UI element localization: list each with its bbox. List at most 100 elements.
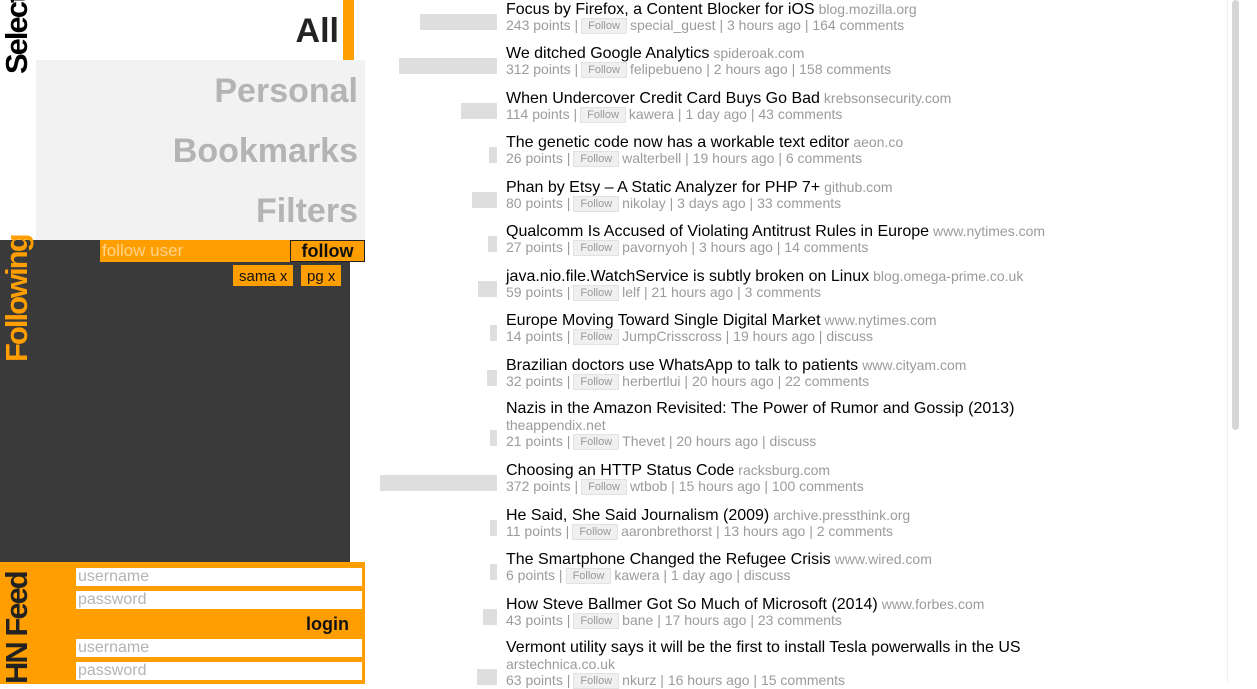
story-title-link[interactable]: The genetic code now has a workable text… xyxy=(506,134,849,151)
story-domain: aeon.co xyxy=(853,134,904,150)
score-bar xyxy=(399,58,497,74)
story-meta: 372 points | Follow wtbob | 15 hours ago |… xyxy=(506,478,864,495)
story-title-link[interactable]: The Smartphone Changed the Refugee Crisi… xyxy=(506,551,831,568)
story-meta: 14 points | Follow JumpCrisscross | 19 hou… xyxy=(506,328,873,345)
story-meta: 59 points | Follow lelf | 21 hours ago | 3… xyxy=(506,284,821,301)
story-domain: racksburg.com xyxy=(738,462,831,478)
follow-user-button[interactable]: Follow xyxy=(573,240,620,256)
story-domain: spideroak.com xyxy=(713,45,805,61)
story-comments[interactable]: 3 comments xyxy=(745,284,821,300)
story-user[interactable]: herbertlui xyxy=(622,373,680,389)
story-title-link[interactable]: We ditched Google Analytics xyxy=(506,45,709,62)
follow-user-button[interactable]: Follow xyxy=(581,18,627,34)
followed-user-sama[interactable]: sama x xyxy=(232,264,295,287)
select-filters[interactable]: Filters xyxy=(36,180,365,240)
password-field-2[interactable] xyxy=(74,660,364,682)
story-age: 1 day ago xyxy=(670,567,733,583)
story-user[interactable]: walterbell xyxy=(622,150,681,166)
story-title-link[interactable]: Brazilian doctors use WhatsApp to talk t… xyxy=(506,357,858,374)
story-comments[interactable]: 6 comments xyxy=(786,150,862,166)
story-title-link[interactable]: Focus by Firefox, a Content Blocker for … xyxy=(506,1,815,18)
story-title-link[interactable]: When Undercover Credit Card Buys Go Bad xyxy=(506,90,820,107)
story-comments[interactable]: 23 comments xyxy=(758,612,842,628)
story-title-link[interactable]: Qualcomm Is Accused of Violating Antitru… xyxy=(506,223,929,240)
story-user[interactable]: bane xyxy=(622,612,653,628)
story-comments[interactable]: 100 comments xyxy=(772,478,864,494)
story-user[interactable]: nikolay xyxy=(622,195,666,211)
story-points: 312 points xyxy=(506,61,571,77)
story-title-link[interactable]: How Steve Ballmer Got So Much of Microso… xyxy=(506,596,878,613)
story-domain: www.forbes.com xyxy=(881,596,985,612)
follow-user-button[interactable]: Follow xyxy=(573,285,620,301)
password-field[interactable] xyxy=(74,589,364,611)
follow-user-button[interactable]: Follow xyxy=(573,329,620,345)
follow-user-button[interactable]: Follow xyxy=(572,524,619,540)
story-points: 59 points xyxy=(506,284,563,300)
story-meta: 21 points | Follow Thevet | 20 hours ago |… xyxy=(506,433,817,450)
story-title-link[interactable]: He Said, She Said Journalism (2009) xyxy=(506,507,769,524)
followed-user-pg[interactable]: pg x xyxy=(300,264,343,287)
story-user[interactable]: felipebueno xyxy=(630,61,702,77)
story-comments[interactable]: 33 comments xyxy=(757,195,841,211)
story-comments[interactable]: discuss xyxy=(770,433,817,449)
story-meta: 32 points | Follow herbertlui | 20 hours a… xyxy=(506,373,870,390)
story-points: 11 points xyxy=(506,523,562,539)
story-user[interactable]: JumpCrisscross xyxy=(622,328,722,344)
story-user[interactable]: kawera xyxy=(614,567,659,583)
story-comments[interactable]: 14 comments xyxy=(784,239,868,255)
scrollbar[interactable] xyxy=(1227,0,1257,684)
story-comments[interactable]: 158 comments xyxy=(799,61,891,77)
username-field-2[interactable] xyxy=(74,637,364,659)
follow-user-button[interactable]: Follow xyxy=(581,479,627,495)
story-points: 80 points xyxy=(506,195,563,211)
story-user[interactable]: aaronbrethorst xyxy=(621,523,712,539)
story-comments[interactable]: 15 comments xyxy=(761,672,845,688)
story-comments[interactable]: 43 comments xyxy=(758,106,842,122)
story-user[interactable]: special_guest xyxy=(630,17,716,33)
scrollbar-thumb[interactable] xyxy=(1232,0,1239,430)
story-title-link[interactable]: Nazis in the Amazon Revisited: The Power… xyxy=(506,400,1014,417)
story-domain: blog.omega-prime.co.uk xyxy=(873,268,1024,284)
story-user[interactable]: kawera xyxy=(629,106,674,122)
follow-user-button[interactable]: Follow xyxy=(581,62,627,78)
follow-user-button[interactable]: Follow xyxy=(573,374,620,390)
story-age: 20 hours ago xyxy=(691,373,774,389)
story-comments[interactable]: 22 comments xyxy=(785,373,869,389)
story-age: 13 hours ago xyxy=(723,523,806,539)
follow-user-button[interactable]: Follow xyxy=(573,673,620,689)
follow-button[interactable]: follow xyxy=(290,240,365,262)
follow-user-button[interactable]: Follow xyxy=(565,568,612,584)
story-user[interactable]: Thevet xyxy=(622,433,665,449)
story-user[interactable]: wtbob xyxy=(630,478,667,494)
select-bookmarks[interactable]: Bookmarks xyxy=(36,120,365,180)
story-comments[interactable]: discuss xyxy=(744,567,791,583)
story-title-link[interactable]: Phan by Etsy – A Static Analyzer for PHP… xyxy=(506,179,820,196)
login-button[interactable]: login xyxy=(290,612,365,636)
story-age: 3 days ago xyxy=(677,195,746,211)
follow-user-input[interactable] xyxy=(100,240,290,262)
story-comments[interactable]: discuss xyxy=(826,328,873,344)
story-title-link[interactable]: java.nio.file.WatchService is subtly bro… xyxy=(506,268,869,285)
story-age: 19 hours ago xyxy=(733,328,815,344)
select-personal[interactable]: Personal xyxy=(36,60,365,120)
story-title-link[interactable]: Vermont utility says it will be the firs… xyxy=(506,639,1021,656)
hn-feed-title: HN Feed xyxy=(0,572,34,684)
story-title-link[interactable]: Choosing an HTTP Status Code xyxy=(506,462,734,479)
score-bar xyxy=(490,430,497,446)
story-title-link[interactable]: Europe Moving Toward Single Digital Mark… xyxy=(506,312,821,329)
follow-user-button[interactable]: Follow xyxy=(573,613,620,629)
story-comments[interactable]: 2 comments xyxy=(817,523,893,539)
username-field[interactable] xyxy=(74,566,364,588)
story-user[interactable]: nkurz xyxy=(622,672,656,688)
follow-user-button[interactable]: Follow xyxy=(573,196,620,212)
score-bar xyxy=(483,609,497,625)
select-all[interactable]: All xyxy=(36,0,354,60)
follow-user-button[interactable]: Follow xyxy=(580,107,626,123)
score-bar xyxy=(490,325,497,341)
follow-user-button[interactable]: Follow xyxy=(573,151,620,167)
follow-user-button[interactable]: Follow xyxy=(573,434,620,450)
story-user[interactable]: lelf xyxy=(622,284,640,300)
story-meta: 43 points | Follow bane | 17 hours ago | 2… xyxy=(506,612,842,629)
story-comments[interactable]: 164 comments xyxy=(812,17,904,33)
story-user[interactable]: pavornyoh xyxy=(622,239,687,255)
